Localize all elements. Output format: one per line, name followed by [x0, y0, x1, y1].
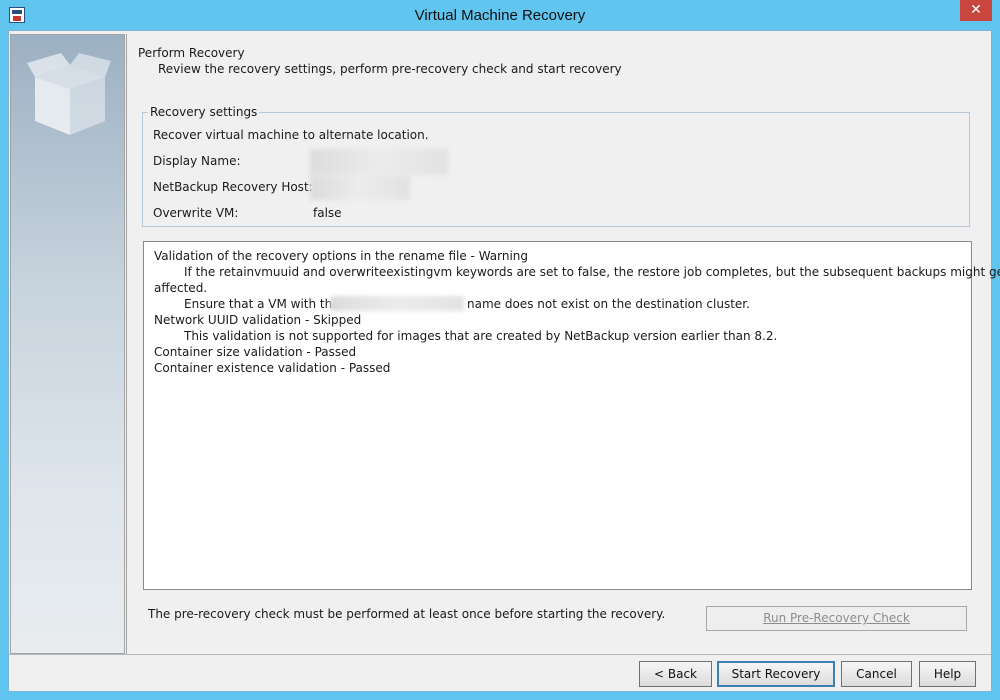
log-line: Container size validation - Passed [154, 345, 357, 359]
overwrite-vm-value: false [313, 206, 342, 220]
recovery-settings-legend: Recovery settings [148, 105, 260, 119]
button-bar-divider [9, 654, 991, 655]
log-line: name does not exist on the destination c… [467, 297, 750, 311]
log-line: Ensure that a VM with the [184, 297, 340, 311]
help-button[interactable]: Help [919, 661, 976, 687]
overwrite-vm-label: Overwrite VM: [153, 206, 239, 220]
log-line: Container existence validation - Passed [154, 361, 391, 375]
window-title: Virtual Machine Recovery [414, 7, 586, 24]
log-line: This validation is not supported for ima… [184, 329, 778, 343]
back-button[interactable]: < Back [639, 661, 712, 687]
pre-recovery-note: The pre-recovery check must be performed… [148, 607, 666, 621]
log-line: affected. [154, 281, 208, 295]
application-window: Virtual Machine Recovery ✕ Perform Recov… [0, 0, 1000, 700]
title-bar[interactable]: Virtual Machine Recovery ✕ [0, 0, 1000, 30]
recovery-description: Recover virtual machine to alternate loc… [153, 128, 429, 142]
log-line: Network UUID validation - Skipped [154, 313, 362, 327]
recovery-host-label: NetBackup Recovery Host: [153, 180, 313, 194]
start-recovery-button[interactable]: Start Recovery [717, 661, 835, 687]
display-name-label: Display Name: [153, 154, 241, 168]
cancel-button[interactable]: Cancel [841, 661, 912, 687]
vm-name-redacted [330, 296, 464, 311]
open-box-icon [27, 53, 111, 135]
run-pre-recovery-check-button[interactable]: Run Pre-Recovery Check [706, 606, 967, 631]
log-line: Validation of the recovery options in th… [154, 249, 529, 263]
recovery-host-value-redacted [310, 175, 410, 200]
wizard-banner [10, 34, 125, 654]
close-button[interactable]: ✕ [960, 0, 992, 21]
page-subtitle: Review the recovery settings, perform pr… [158, 62, 622, 76]
validation-log-area[interactable]: Validation of the recovery options in th… [143, 241, 1000, 590]
display-name-value-redacted [310, 149, 448, 175]
log-line: If the retainvmuuid and overwriteexistin… [184, 265, 1000, 279]
page-title: Perform Recovery [138, 46, 245, 60]
